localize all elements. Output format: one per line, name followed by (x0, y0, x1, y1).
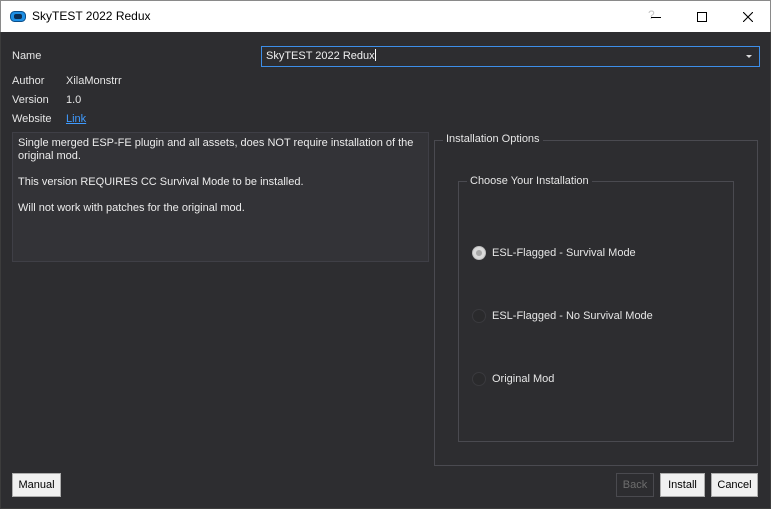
option-original-mod[interactable]: Original Mod (472, 372, 554, 386)
choose-installation-title: Choose Your Installation (467, 175, 592, 187)
website-link[interactable]: Link (66, 113, 86, 125)
name-dropdown[interactable]: SkyTEST 2022 Redux (261, 46, 760, 67)
description-paragraph: Will not work with patches for the origi… (18, 202, 245, 214)
version-label: Version (12, 94, 49, 106)
description-paragraph: This version REQUIRES CC Survival Mode t… (18, 176, 304, 188)
website-label: Website (12, 113, 52, 125)
maximize-icon (697, 11, 707, 22)
close-button[interactable] (725, 1, 771, 32)
option-label: ESL-Flagged - No Survival Mode (492, 310, 653, 322)
option-label: ESL-Flagged - Survival Mode (492, 247, 636, 259)
description-paragraph: Single merged ESP-FE plugin and all asse… (18, 137, 414, 162)
chevron-down-icon[interactable] (746, 55, 752, 58)
cancel-button[interactable]: Cancel (711, 473, 758, 497)
maximize-button[interactable] (679, 1, 725, 32)
version-value: 1.0 (66, 94, 82, 106)
title-bar: SkyTEST 2022 Redux ? (0, 0, 771, 32)
author-label: Author (12, 75, 45, 87)
radio-button[interactable] (472, 372, 486, 386)
option-esl-no-survival[interactable]: ESL-Flagged - No Survival Mode (472, 309, 653, 323)
option-label: Original Mod (492, 373, 555, 385)
description-box: Single merged ESP-FE plugin and all asse… (12, 132, 429, 262)
radio-button[interactable] (472, 309, 486, 323)
name-label: Name (12, 50, 42, 62)
manual-button[interactable]: Manual (12, 473, 61, 497)
close-icon (743, 11, 753, 22)
minimize-button[interactable] (633, 1, 679, 32)
author-value: XilaMonstrr (66, 75, 122, 87)
installation-options-title: Installation Options (443, 133, 543, 145)
minimize-icon (651, 16, 661, 18)
name-value: SkyTEST 2022 Redux (266, 50, 375, 62)
app-icon (10, 11, 26, 22)
option-esl-survival[interactable]: ESL-Flagged - Survival Mode (472, 246, 636, 260)
window-title: SkyTEST 2022 Redux (32, 9, 151, 23)
back-button[interactable]: Back (616, 473, 654, 497)
radio-button-checked[interactable] (472, 246, 486, 260)
text-cursor (374, 49, 376, 61)
install-button[interactable]: Install (660, 473, 705, 497)
